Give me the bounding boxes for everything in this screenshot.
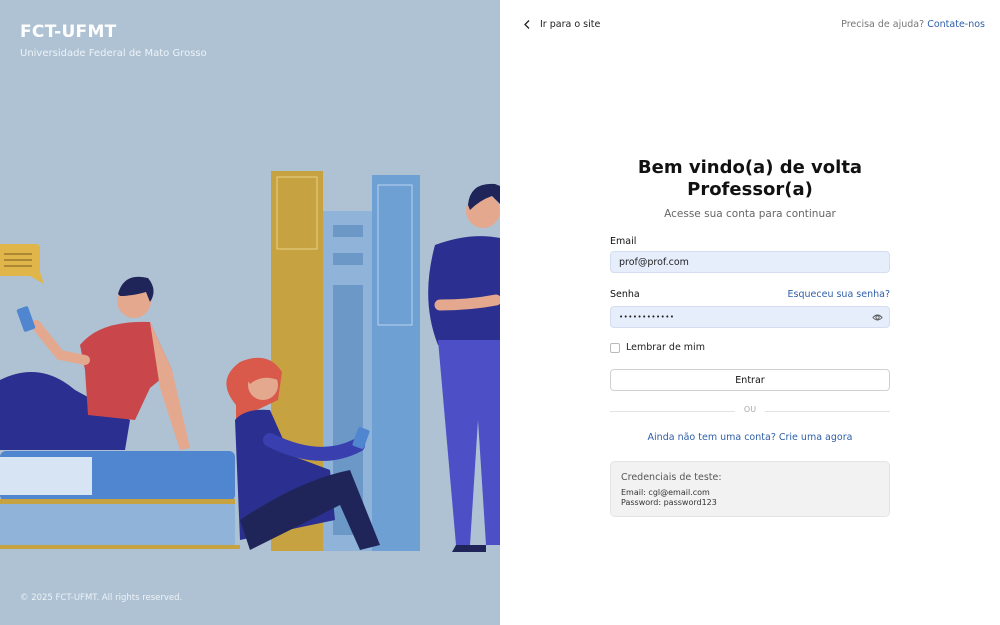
page-title: Bem vindo(a) de volta Professor(a) [600, 157, 900, 201]
login-panel: Ir para o site Precisa de ajuda? Contate… [500, 0, 1000, 625]
email-field[interactable]: prof@prof.com [610, 251, 890, 273]
password-label: Senha [610, 289, 640, 300]
divider-line-right [765, 411, 890, 412]
divider: OU [610, 405, 890, 417]
submit-button[interactable]: Entrar [610, 369, 890, 391]
password-field[interactable]: •••••••••••• [610, 306, 890, 328]
hero-panel: FCT-UFMT Universidade Federal de Mato Gr… [0, 0, 500, 625]
forgot-password-link[interactable]: Esqueceu sua senha? [788, 289, 890, 300]
email-value: prof@prof.com [619, 256, 689, 268]
remember-checkbox[interactable] [610, 342, 620, 353]
title-line-1: Bem vindo(a) de volta [637, 157, 863, 178]
help-question: Precisa de ajuda? [841, 19, 925, 30]
students-illustration [0, 171, 500, 552]
back-to-site-link[interactable]: Ir para o site [524, 19, 600, 30]
contact-link[interactable]: Contate-nos [927, 19, 985, 30]
test-credentials-title: Credenciais de teste: [621, 472, 722, 483]
divider-label: OU [743, 405, 757, 414]
title-line-2: Professor(a) [687, 179, 813, 200]
page-subtitle: Acesse sua conta para continuar [664, 208, 836, 220]
test-credentials-email: Email: cgl@email.com [621, 488, 710, 497]
remember-label: Lembrar de mim [626, 342, 705, 353]
back-link-label: Ir para o site [540, 19, 601, 30]
test-credentials-password: Password: password123 [621, 498, 717, 507]
password-value: •••••••••••• [619, 313, 675, 321]
test-credentials-box: Credenciais de teste: Email: cgl@email.c… [610, 461, 890, 517]
chevron-left-icon [524, 20, 530, 29]
brand-name: FCT-UFMT [20, 22, 117, 42]
brand-subtitle: Universidade Federal de Mato Grosso [20, 48, 207, 59]
signup-link[interactable]: Ainda não tem uma conta? Crie uma agora [600, 432, 900, 443]
eye-icon[interactable] [872, 312, 883, 326]
copyright-text: © 2025 FCT-UFMT. All rights reserved. [20, 593, 183, 603]
remember-me[interactable]: Lembrar de mim [610, 342, 705, 353]
email-label: Email [610, 236, 637, 247]
help-text: Precisa de ajuda? Contate-nos [841, 19, 985, 30]
